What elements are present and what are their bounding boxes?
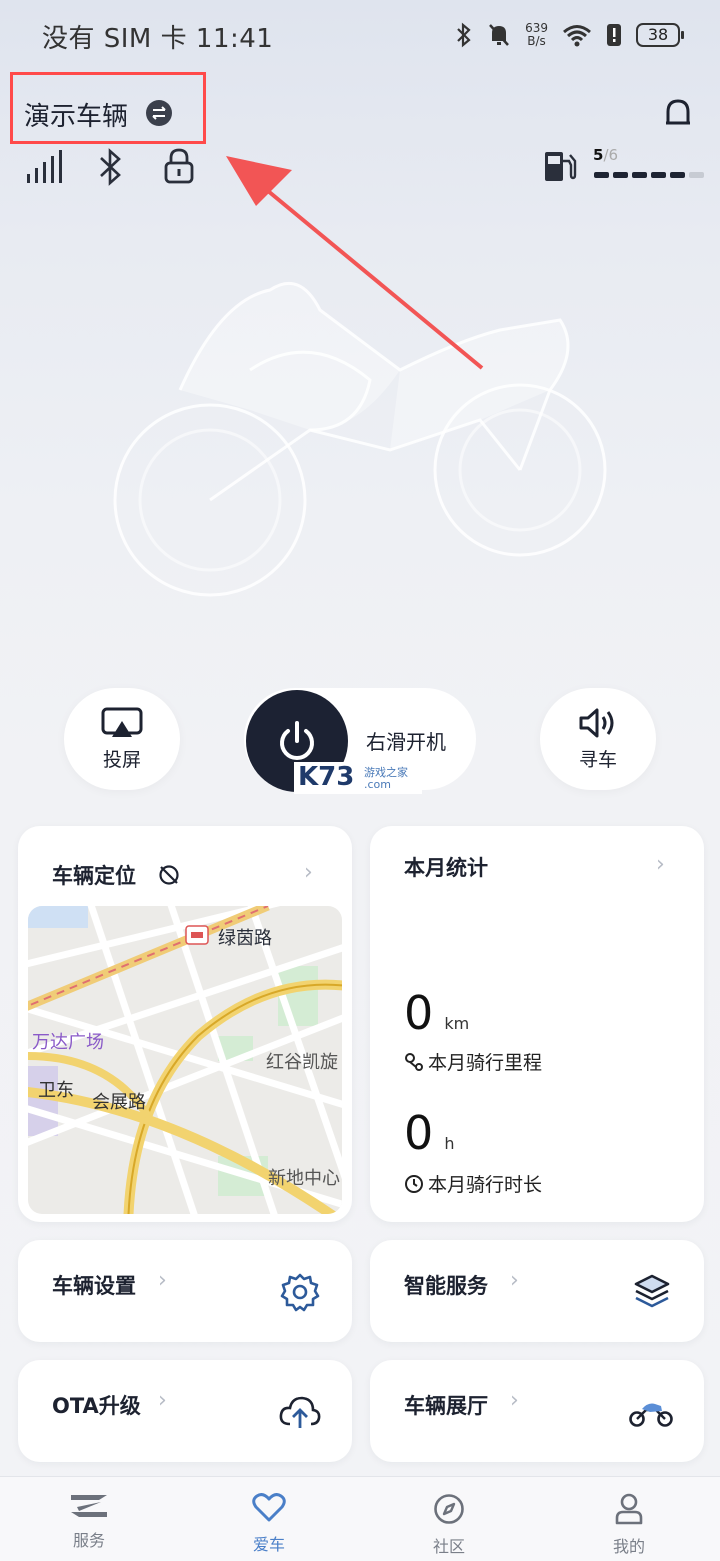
monthly-stats-card[interactable]: 本月统计 › 0 km 本月骑行里程 0 h 本月骑行时长 (370, 826, 704, 1222)
map-graphic: 绿茵路 万达广场 红谷凯旋 卫东 会展路 新地中心 (28, 906, 342, 1214)
distance-unit: km (444, 1014, 470, 1033)
watermark-domain: .com (364, 778, 391, 791)
cast-label: 投屏 (102, 748, 141, 771)
chevron-right-icon: › (158, 1388, 167, 1413)
ota-upgrade-title: OTA升级 (52, 1394, 141, 1418)
nav-item-service[interactable]: 服务 (29, 1493, 149, 1551)
find-car-label: 寻车 (578, 748, 617, 771)
location-card-title: 车辆定位 (52, 864, 136, 888)
gear-icon (280, 1273, 320, 1312)
location-status-icon (159, 865, 179, 885)
map-label-road1: 绿茵路 (218, 928, 272, 948)
clock-icon (405, 1175, 423, 1193)
distance-label: 本月骑行里程 (428, 1052, 543, 1074)
stats-card-title: 本月统计 (404, 856, 488, 880)
heart-icon (252, 1493, 286, 1522)
map-label-place1: 万达广场 (32, 1032, 104, 1052)
find-car-button[interactable]: 寻车 (540, 688, 656, 790)
location-map[interactable]: 绿茵路 万达广场 红谷凯旋 卫东 会展路 新地中心 (28, 906, 342, 1214)
person-icon (615, 1493, 643, 1525)
smart-service-card[interactable]: 智能服务 › (370, 1240, 704, 1342)
speaker-icon (579, 708, 614, 737)
bottom-nav: 服务 爱车 社区 我的 (0, 1476, 720, 1561)
watermark-text: K73 (298, 762, 355, 792)
power-icon (280, 721, 314, 760)
nav-item-community[interactable]: 社区 (389, 1493, 509, 1557)
cast-screen-button[interactable]: 投屏 (64, 688, 180, 790)
vehicle-settings-card[interactable]: 车辆设置 › (18, 1240, 352, 1342)
time-stat: 0 h (404, 1106, 455, 1160)
nav-label-community: 社区 (432, 1537, 465, 1556)
chevron-right-icon: › (158, 1268, 167, 1293)
route-icon (405, 1053, 423, 1071)
layers-icon (634, 1274, 670, 1308)
nav-label-my-car: 爱车 (252, 1535, 285, 1554)
map-label-place4: 新地中心 (268, 1168, 340, 1188)
time-unit: h (444, 1134, 455, 1153)
vehicle-settings-title: 车辆设置 (52, 1274, 136, 1298)
cloud-upload-icon (279, 1396, 321, 1428)
annotation-arrow (226, 156, 484, 370)
nav-item-my-car[interactable]: 爱车 (209, 1493, 329, 1555)
chevron-right-icon: › (304, 860, 313, 885)
time-label: 本月骑行时长 (428, 1174, 543, 1196)
chevron-right-icon: › (510, 1388, 519, 1413)
nav-label-service: 服务 (72, 1531, 105, 1550)
smart-service-title: 智能服务 (404, 1274, 488, 1298)
time-value: 0 (404, 1106, 434, 1160)
map-label-road2: 会展路 (92, 1092, 146, 1112)
chevron-right-icon: › (656, 852, 665, 877)
watermark: K73 游戏之家 .com (294, 762, 422, 794)
compass-icon (434, 1494, 464, 1524)
ota-upgrade-card[interactable]: OTA升级 › (18, 1360, 352, 1462)
nav-label-mine: 我的 (612, 1537, 645, 1556)
distance-stat: 0 km (404, 986, 469, 1040)
vehicle-showroom-card[interactable]: 车辆展厅 › (370, 1360, 704, 1462)
map-label-place3: 卫东 (38, 1080, 74, 1100)
chevron-right-icon: › (510, 1268, 519, 1293)
nav-item-mine[interactable]: 我的 (569, 1493, 689, 1557)
distance-value: 0 (404, 986, 434, 1040)
cast-icon (101, 707, 143, 737)
slide-to-start-label: 右滑开机 (366, 730, 446, 754)
vehicle-showroom-title: 车辆展厅 (404, 1394, 488, 1418)
motorcycle-icon (629, 1403, 673, 1427)
map-label-place2: 红谷凯旋 (266, 1052, 338, 1072)
service-logo-icon (71, 1495, 107, 1517)
